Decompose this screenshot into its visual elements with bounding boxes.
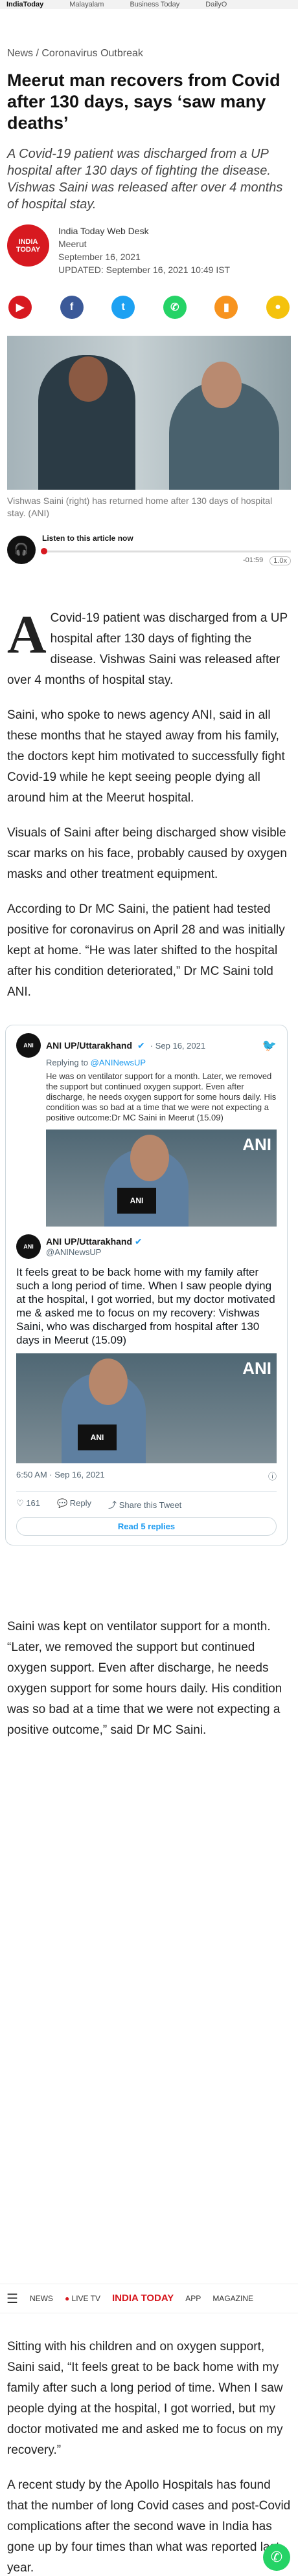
ani-mic: ANI [117,1188,156,1214]
tweet-handle[interactable]: @ANINewsUP [46,1247,143,1257]
breadcrumb-coronavirus[interactable]: Coronavirus Outbreak [36,48,143,59]
verified-badge-icon: ✔ [134,1236,143,1247]
replying-to: Replying to @ANINewsUP [46,1058,146,1067]
article-updated: UPDATED: September 16, 2021 10:49 IST [58,265,231,275]
whatsapp-icon[interactable]: ✆ [163,296,187,319]
nav-app[interactable]: APP [185,2294,201,2303]
audio-player: 🎧 Listen to this article now -01:59 1.0x [7,534,291,565]
tweet-author-name[interactable]: ANI UP/Uttarakhand [46,1040,132,1051]
sticky-bottom-nav: ☰ NEWS LIVE TV INDIA TODAY APP MAGAZINE [0,2284,298,2313]
dropcap: A [7,605,47,665]
whatsapp-icon: ✆ [270,2549,283,2565]
embedded-tweet: ANI ANI UP/Uttarakhand ✔ · Sep 16, 2021 … [5,1025,288,1545]
breadcrumb-news[interactable]: News [7,48,33,59]
tweet-date[interactable]: Sep 16, 2021 [155,1041,205,1051]
nav-live-tv[interactable]: LIVE TV [65,2294,100,2303]
tweet-author-name-main[interactable]: ANI UP/Uttarakhand [46,1236,132,1247]
author-name[interactable]: India Today Web Desk [58,224,230,237]
article-paragraph-7: A recent study by the Apollo Hospitals h… [7,2478,291,2575]
topnav-business-today[interactable]: Business Today [130,1,179,8]
tweet-avatar-main[interactable]: ANI [16,1234,41,1259]
read-replies-button[interactable]: Read 5 replies [16,1517,277,1536]
whatsapp-float-button[interactable]: ✆ [263,2544,290,2571]
reply-icon: 💬 [56,1498,68,1508]
article-paragraph-6: Sitting with his children and on oxygen … [7,2340,283,2457]
audio-progress-bar[interactable] [41,548,291,554]
ani-watermark-main: ANI [242,1359,271,1378]
paragraph-1-text: Covid-19 patient was discharged from a U… [7,611,288,687]
topnav-malayalam[interactable]: Malayalam [69,1,104,8]
comment-icon[interactable]: ● [266,296,290,319]
facebook-icon[interactable]: f [60,296,84,319]
bookmark-icon[interactable]: ▮ [214,296,238,319]
ani-watermark: ANI [242,1135,271,1154]
article-summary: A Covid-19 patient was discharged from a… [7,147,283,212]
parent-tweet-image[interactable]: ANI ANI [46,1130,277,1227]
twitter-icon[interactable]: t [111,296,135,319]
heart-icon: ♡ [16,1498,24,1508]
parent-tweet-text: He was on ventilator support for a month… [46,1071,277,1122]
audio-time-remaining: -01:59 [243,556,264,564]
share-bar: ▶ f t ✆ ▮ ● [7,296,291,319]
tweet-avatar[interactable]: ANI [16,1033,41,1058]
nav-news[interactable]: NEWS [30,2294,53,2303]
top-site-nav: IndiaToday Malayalam Business Today Dail… [0,0,298,9]
like-button[interactable]: ♡ 161 [16,1498,40,1511]
india-today-logo: INDIA TODAY [7,224,49,267]
twitter-bird-icon[interactable]: 🐦 [262,1039,277,1053]
verified-badge-icon: ✔ [137,1040,145,1051]
article-paragraph-5: Saini was kept on ventilator support for… [7,1620,282,1737]
article-date: September 16, 2021 [58,252,141,262]
tweet-image[interactable]: ANI ANI [16,1353,277,1463]
author-block: INDIA TODAY India Today Web Desk Meerut … [7,224,291,276]
audio-label: Listen to this article now [42,534,133,543]
replying-to-handle[interactable]: @ANINewsUP [91,1058,146,1067]
reply-button[interactable]: 💬 Reply [57,1498,91,1511]
nav-magazine[interactable]: MAGAZINE [212,2294,253,2303]
youtube-icon[interactable]: ▶ [8,296,32,319]
breadcrumb: News Coronavirus Outbreak [7,48,291,60]
nav-india-today-logo[interactable]: INDIA TODAY [112,2293,174,2303]
article-paragraph-2: Saini, who spoke to news agency ANI, sai… [7,708,285,805]
article-paragraph-3: Visuals of Saini after being discharged … [7,826,287,881]
article-hero-image [7,336,291,490]
headphones-icon[interactable]: 🎧 [7,535,36,564]
article-location: Meerut [58,239,87,249]
article-paragraph-4: According to Dr MC Saini, the patient ha… [7,902,285,999]
topnav-dailyo[interactable]: DailyO [205,1,227,8]
ani-mic-main: ANI [78,1424,117,1450]
topnav-indiatoday[interactable]: IndiaToday [6,1,43,8]
tweet-text: It feels great to be back home with my f… [16,1266,275,1346]
share-icon: ⤴ [108,1500,117,1510]
info-icon[interactable]: ⓘ [268,1470,277,1482]
playback-speed-button[interactable]: 1.0x [269,556,291,565]
article-paragraph-1: A Covid-19 patient was discharged from a … [7,608,291,691]
article-headline: Meerut man recovers from Covid after 130… [7,71,281,133]
hamburger-menu-icon[interactable]: ☰ [6,2291,18,2307]
share-tweet-button[interactable]: ⤴ Share this Tweet [108,1498,181,1511]
image-caption: Vishwas Saini (right) has returned home … [7,496,273,518]
tweet-timestamp[interactable]: 6:50 AM · Sep 16, 2021 [16,1470,105,1482]
